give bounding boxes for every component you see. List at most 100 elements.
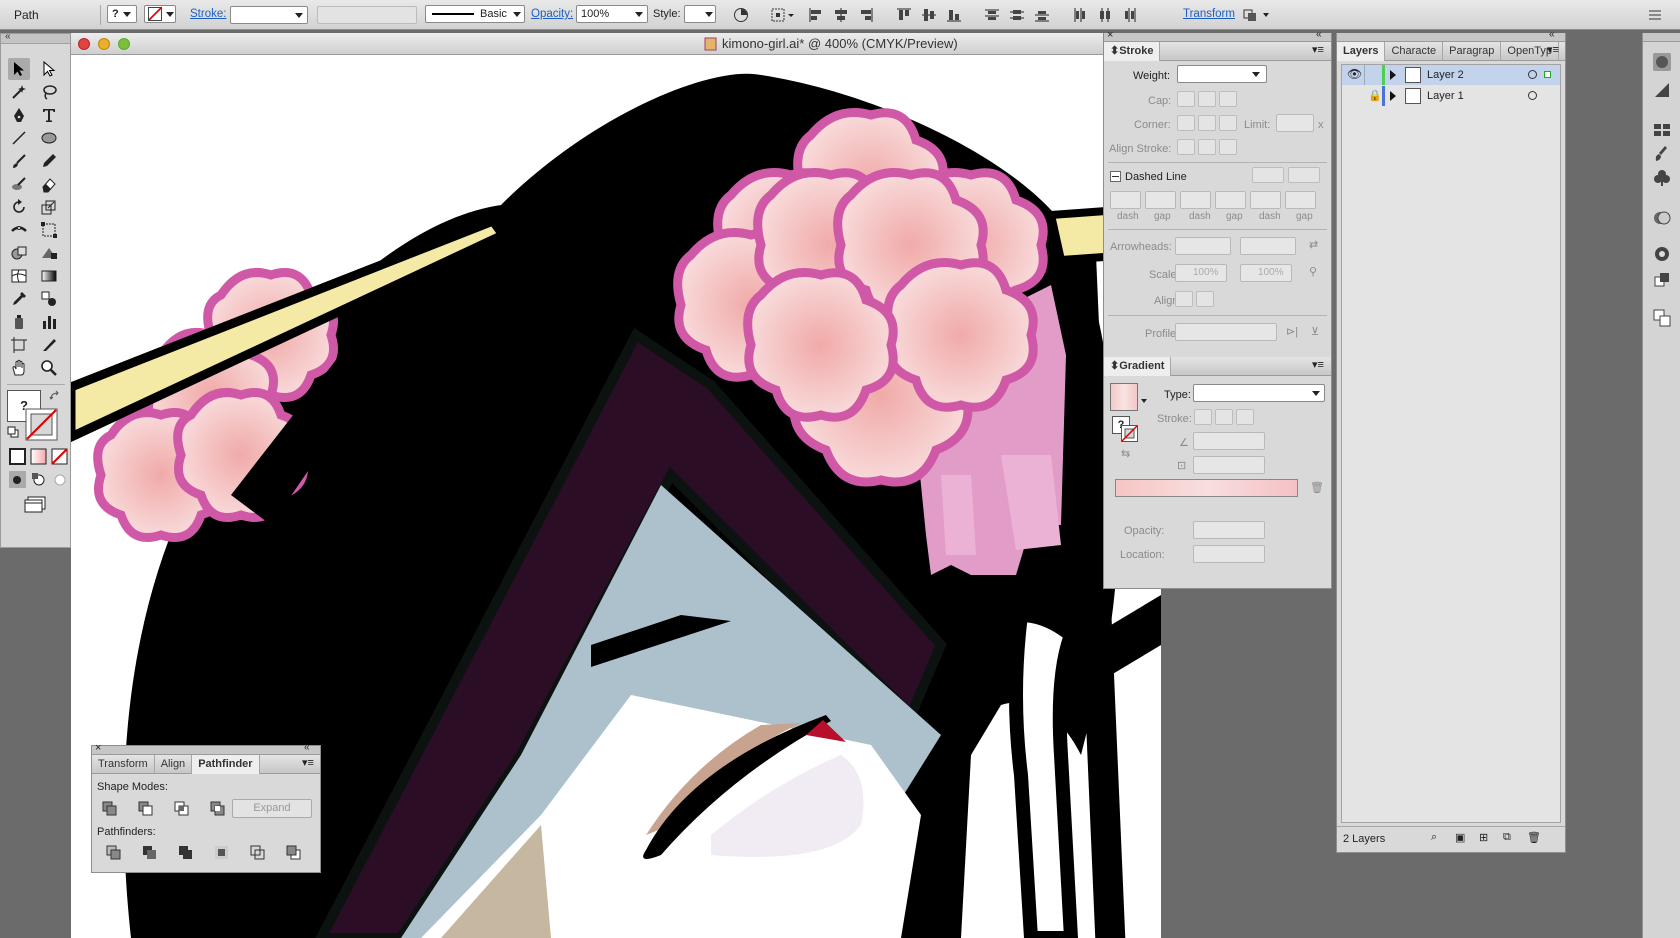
paintbrush-tool[interactable]	[8, 150, 30, 172]
screen-mode-icon[interactable]	[23, 495, 47, 513]
tab-align[interactable]: Align	[155, 754, 193, 774]
arrow-tip-beyond-button[interactable]	[1175, 291, 1193, 307]
lasso-tool[interactable]	[38, 81, 60, 103]
transform-link[interactable]: Transform	[1183, 8, 1235, 20]
exclude-icon[interactable]	[210, 801, 226, 817]
dash-field-1[interactable]	[1110, 191, 1141, 209]
tab-paragraph[interactable]: Paragrap	[1443, 41, 1502, 61]
gap-field-3[interactable]	[1285, 191, 1316, 209]
tab-layers[interactable]: Layers	[1337, 41, 1386, 61]
distribute-right-icon[interactable]	[1122, 7, 1138, 23]
close-icon[interactable]: ×	[95, 742, 101, 754]
graphic-styles-icon[interactable]	[1653, 271, 1671, 289]
expand-triangle-icon[interactable]	[1390, 70, 1396, 80]
align-left-icon[interactable]	[808, 7, 824, 23]
profile-dropdown[interactable]	[1175, 323, 1277, 341]
trash-icon[interactable]: 🗑	[1310, 481, 1324, 494]
locate-object-icon[interactable]: ⌕	[1431, 831, 1437, 844]
tab-stroke[interactable]: ⬍Stroke	[1104, 41, 1161, 61]
stroke-color-box[interactable]	[25, 408, 58, 441]
panel-menu-icon[interactable]: ▾≡	[1312, 358, 1324, 371]
flip-across-icon[interactable]: ⊻	[1311, 325, 1319, 338]
align-stroke-outside-button[interactable]	[1219, 139, 1237, 155]
end-scale-field[interactable]: 100%	[1240, 264, 1292, 282]
gradient-slider[interactable]	[1115, 479, 1298, 497]
apply-gradient-along-stroke[interactable]	[1215, 409, 1233, 425]
delete-layer-icon[interactable]: 🗑	[1527, 831, 1541, 844]
collapse-icon[interactable]: «	[304, 742, 310, 753]
layer-name[interactable]: Layer 1	[1427, 90, 1464, 102]
color-guide-icon[interactable]	[1653, 81, 1671, 99]
transparency-icon[interactable]	[1653, 209, 1671, 227]
round-cap-button[interactable]	[1198, 91, 1216, 107]
dash-field-2[interactable]	[1180, 191, 1211, 209]
scale-tool[interactable]	[38, 196, 60, 218]
layer-row[interactable]: 👁 Layer 2	[1342, 65, 1560, 85]
outline-icon[interactable]	[250, 845, 266, 861]
swap-fill-stroke-icon[interactable]	[49, 390, 61, 402]
stroke-link[interactable]: Stroke:	[190, 8, 226, 20]
opacity-field[interactable]: 100%	[576, 5, 648, 23]
gradient-location-field[interactable]	[1193, 545, 1265, 563]
symbol-sprayer-tool[interactable]	[8, 311, 30, 333]
eraser-tool[interactable]	[38, 173, 60, 195]
slice-tool[interactable]	[38, 334, 60, 356]
distribute-vertical-center-icon[interactable]	[1009, 7, 1025, 23]
link-scale-icon[interactable]: ⚲	[1309, 265, 1317, 278]
align-bottom-icon[interactable]	[946, 7, 962, 23]
ellipse-tool[interactable]	[38, 127, 60, 149]
align-dash-corners-button[interactable]	[1288, 167, 1320, 183]
bevel-join-button[interactable]	[1219, 115, 1237, 131]
gradient-preview-swatch[interactable]	[1110, 383, 1138, 411]
collapse-icon[interactable]: «	[1549, 29, 1555, 40]
apply-gradient-across-stroke[interactable]	[1236, 409, 1254, 425]
gradient-mode-icon[interactable]	[30, 448, 47, 465]
gradient-tool[interactable]	[38, 265, 60, 287]
intersect-icon[interactable]	[174, 801, 190, 817]
none-mode-icon[interactable]	[51, 448, 68, 465]
expand-button[interactable]: Expand	[232, 799, 312, 818]
angle-field[interactable]	[1193, 432, 1265, 450]
rotate-tool[interactable]	[8, 196, 30, 218]
gradient-opacity-field[interactable]	[1193, 521, 1265, 539]
new-layer-icon[interactable]: ⧉	[1503, 831, 1511, 844]
blob-brush-tool[interactable]	[8, 173, 30, 195]
distribute-left-icon[interactable]	[1072, 7, 1088, 23]
dash-field-3[interactable]	[1250, 191, 1281, 209]
pen-tool[interactable]	[8, 104, 30, 126]
distribute-horizontal-center-icon[interactable]	[1097, 7, 1113, 23]
layer-row[interactable]: 🔒 Layer 1	[1342, 86, 1560, 106]
align-right-icon[interactable]	[858, 7, 874, 23]
butt-cap-button[interactable]	[1177, 91, 1195, 107]
default-fill-stroke-icon[interactable]	[7, 426, 19, 438]
blend-tool[interactable]	[38, 288, 60, 310]
unite-icon[interactable]	[102, 801, 118, 817]
draw-normal-icon[interactable]	[9, 471, 26, 488]
expand-triangle-icon[interactable]	[1390, 91, 1396, 101]
tab-gradient[interactable]: ⬍Gradient	[1104, 356, 1172, 376]
panel-menu-icon[interactable]: ▾≡	[1547, 43, 1559, 56]
apply-gradient-within-stroke[interactable]	[1194, 409, 1212, 425]
opacity-link[interactable]: Opacity:	[531, 8, 573, 20]
shape-builder-tool[interactable]	[8, 242, 30, 264]
stroke-swatch-dropdown[interactable]	[144, 5, 176, 23]
minus-front-icon[interactable]	[138, 801, 154, 817]
selection-indicator[interactable]	[1544, 71, 1551, 78]
dashed-line-checkbox[interactable]	[1110, 171, 1121, 182]
merge-icon[interactable]	[178, 845, 194, 861]
flip-along-icon[interactable]: ⊳|	[1286, 325, 1298, 338]
limit-field[interactable]	[1276, 114, 1314, 132]
brush-definition-dropdown[interactable]: Basic	[425, 5, 525, 23]
zoom-window-button[interactable]	[118, 38, 130, 50]
appearance-icon[interactable]	[1653, 245, 1671, 263]
stroke-weight-field[interactable]	[230, 6, 308, 24]
draw-behind-icon[interactable]	[30, 471, 47, 488]
distribute-bottom-icon[interactable]	[1034, 7, 1050, 23]
perspective-grid-tool[interactable]	[38, 242, 60, 264]
selection-tool[interactable]	[8, 58, 30, 80]
lock-icon[interactable]: 🔒	[1368, 89, 1382, 102]
gap-field-2[interactable]	[1215, 191, 1246, 209]
align-stroke-inside-button[interactable]	[1198, 139, 1216, 155]
gradient-type-dropdown[interactable]	[1193, 384, 1325, 402]
direct-selection-tool[interactable]	[38, 58, 60, 80]
